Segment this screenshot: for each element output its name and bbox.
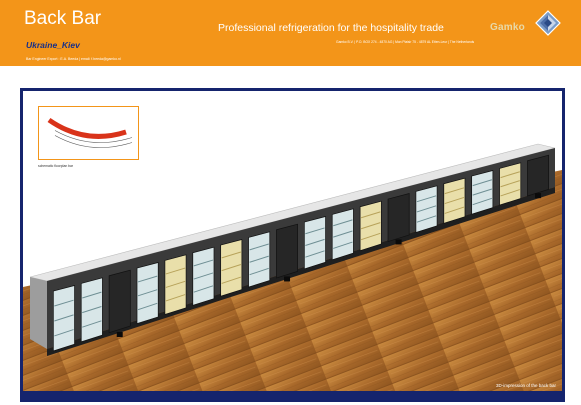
- schematic-floorplan: [47, 117, 133, 148]
- drawer-handle: [116, 331, 123, 337]
- page-title: Back Bar: [24, 8, 102, 29]
- cooler-door: [276, 223, 299, 279]
- cooler-door: [527, 154, 550, 197]
- render-content: schematic floorplan bar 3D-impression of…: [23, 91, 562, 391]
- gamko-diamond-logo-icon: [535, 10, 561, 36]
- cooler-door: [108, 269, 131, 334]
- bar-end-panel: [30, 277, 47, 349]
- company-tagline: Professional refrigeration for the hospi…: [218, 22, 444, 34]
- drawer-handle: [535, 193, 542, 199]
- cooler-door: [387, 193, 410, 243]
- company-address: Gamko B.V. | P.O. BOX 274 - 4870 AG | Mo…: [336, 40, 475, 44]
- drawer-handle: [395, 239, 402, 245]
- floorplan-inset: [38, 106, 139, 160]
- floorplan-label: schematic floorplan bar: [38, 164, 74, 168]
- drawer-handle: [284, 276, 291, 282]
- brand-name: Gamko: [490, 22, 525, 33]
- header-banner: Back Bar Ukraine_Kiev Bar Engineer Expor…: [0, 0, 581, 66]
- render-frame: schematic floorplan bar 3D-impression of…: [20, 88, 565, 402]
- project-subtitle: Ukraine_Kiev: [26, 40, 80, 50]
- contact-line: Bar Engineer Export : E.A. Beeda | email…: [26, 57, 121, 61]
- render-caption: 3D-impression of the back bar: [495, 383, 556, 388]
